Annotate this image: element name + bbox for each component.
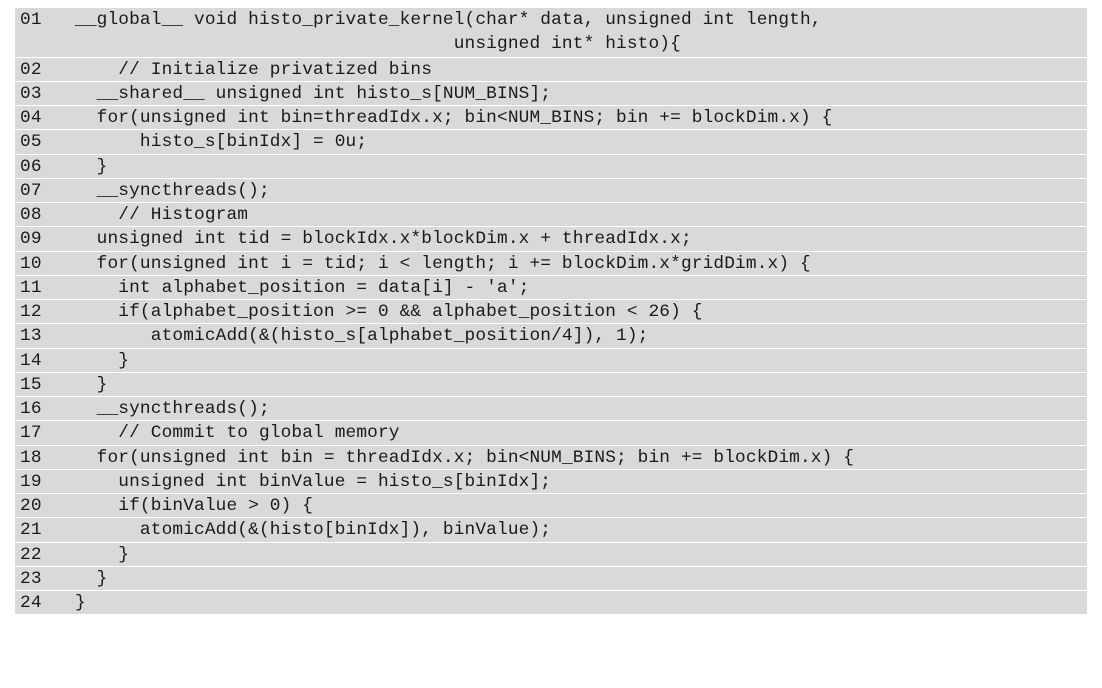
line-number: 13 bbox=[20, 326, 42, 347]
code-line: 09 unsigned int tid = blockIdx.x*blockDi… bbox=[15, 226, 1087, 250]
code-line: 16 __syncthreads(); bbox=[15, 396, 1087, 420]
code-line: 24 } bbox=[15, 590, 1087, 614]
code-line: 22 } bbox=[15, 541, 1087, 566]
line-code: // Initialize privatized bins bbox=[75, 59, 433, 80]
code-line: 15 } bbox=[15, 371, 1087, 396]
code-line: 05 histo_s[binIdx] = 0u; bbox=[15, 129, 1087, 153]
line-number: 22 bbox=[20, 544, 42, 565]
line-code: } bbox=[75, 568, 108, 589]
line-code: unsigned int tid = blockIdx.x*blockDim.x… bbox=[75, 229, 692, 250]
line-number: 10 bbox=[20, 253, 42, 274]
code-line: 07 __syncthreads(); bbox=[15, 177, 1087, 202]
line-number: 23 bbox=[20, 568, 42, 589]
code-line: 12 if(alphabet_position >= 0 && alphabet… bbox=[15, 299, 1087, 323]
line-code: if(alphabet_position >= 0 && alphabet_po… bbox=[75, 302, 703, 322]
line-number: 06 bbox=[20, 156, 42, 177]
code-line: 18 for(unsigned int bin = threadIdx.x; b… bbox=[15, 444, 1087, 469]
line-number: 24 bbox=[20, 593, 42, 613]
line-number: 02 bbox=[20, 59, 42, 80]
line-number: 09 bbox=[20, 229, 42, 250]
code-line: 04 for(unsigned int bin=threadIdx.x; bin… bbox=[15, 105, 1087, 129]
line-number: 18 bbox=[20, 447, 42, 468]
line-code: } bbox=[75, 544, 130, 565]
code-line: 08 // Histogram bbox=[15, 202, 1087, 226]
line-code: __syncthreads(); bbox=[75, 399, 270, 419]
line-code: } bbox=[75, 593, 86, 613]
line-code: // Histogram bbox=[75, 205, 249, 225]
line-code: int alphabet_position = data[i] - 'a'; bbox=[75, 277, 530, 298]
code-line: 02 // Initialize privatized bins bbox=[15, 56, 1087, 81]
code-line: 23 } bbox=[15, 565, 1087, 590]
line-code: __shared__ unsigned int histo_s[NUM_BINS… bbox=[75, 83, 552, 104]
line-code: } bbox=[75, 374, 108, 395]
line-number: 19 bbox=[20, 471, 42, 492]
line-number: 12 bbox=[20, 302, 42, 322]
code-line: 14 } bbox=[15, 347, 1087, 372]
line-number: 16 bbox=[20, 399, 42, 419]
line-code: __global__ void histo_private_kernel(cha… bbox=[75, 10, 822, 30]
code-line: 10 for(unsigned int i = tid; i < length;… bbox=[15, 250, 1087, 275]
line-code: atomicAdd(&(histo[binIdx]), binValue); bbox=[75, 520, 552, 541]
line-code: for(unsigned int bin = threadIdx.x; bin<… bbox=[75, 447, 855, 468]
line-code: if(binValue > 0) { bbox=[75, 496, 314, 516]
code-listing: 01 __global__ void histo_private_kernel(… bbox=[15, 8, 1087, 615]
line-number: 11 bbox=[20, 277, 42, 298]
code-line: 21 atomicAdd(&(histo[binIdx]), binValue)… bbox=[15, 517, 1087, 541]
line-code: unsigned int binValue = histo_s[binIdx]; bbox=[75, 471, 552, 492]
line-code: } bbox=[75, 156, 108, 177]
line-number: 01 bbox=[20, 10, 42, 30]
line-number: 17 bbox=[20, 423, 42, 444]
line-code: // Commit to global memory bbox=[75, 423, 400, 444]
code-line: unsigned int* histo){ bbox=[15, 32, 1087, 56]
code-line: 06 } bbox=[15, 153, 1087, 178]
line-number: 05 bbox=[20, 132, 42, 153]
line-code: } bbox=[75, 350, 130, 371]
line-number: 20 bbox=[20, 496, 42, 516]
line-number: 07 bbox=[20, 180, 42, 201]
line-number: 14 bbox=[20, 350, 42, 371]
code-line: 19 unsigned int binValue = histo_s[binId… bbox=[15, 468, 1087, 493]
line-code: atomicAdd(&(histo_s[alphabet_position/4]… bbox=[75, 326, 649, 347]
code-line: 03 __shared__ unsigned int histo_s[NUM_B… bbox=[15, 80, 1087, 105]
line-number: 21 bbox=[20, 520, 42, 541]
line-code: histo_s[binIdx] = 0u; bbox=[75, 132, 368, 153]
line-number: 08 bbox=[20, 205, 42, 225]
code-line: 13 atomicAdd(&(histo_s[alphabet_position… bbox=[15, 323, 1087, 347]
line-code: for(unsigned int i = tid; i < length; i … bbox=[75, 253, 811, 274]
line-number: 03 bbox=[20, 83, 42, 104]
code-line: 01 __global__ void histo_private_kernel(… bbox=[15, 8, 1087, 32]
line-code: __syncthreads(); bbox=[75, 180, 270, 201]
line-number: 04 bbox=[20, 108, 42, 128]
line-number: 15 bbox=[20, 374, 42, 395]
line-code: for(unsigned int bin=threadIdx.x; bin<NU… bbox=[75, 108, 833, 128]
code-line: 20 if(binValue > 0) { bbox=[15, 493, 1087, 517]
code-line: 17 // Commit to global memory bbox=[15, 420, 1087, 444]
line-code: unsigned int* histo){ bbox=[75, 34, 681, 55]
code-line: 11 int alphabet_position = data[i] - 'a'… bbox=[15, 274, 1087, 299]
